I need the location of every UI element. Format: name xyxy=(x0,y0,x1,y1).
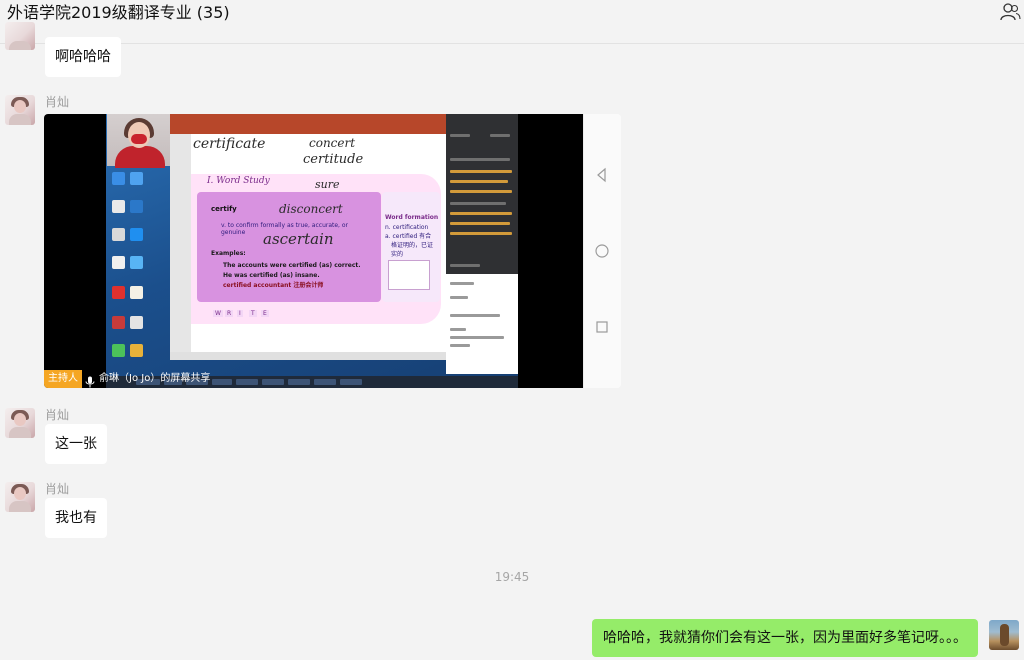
powerpoint-window: certificate concert certitude sure disco… xyxy=(170,114,446,360)
message-timestamp: 19:45 xyxy=(494,570,530,584)
examples-label: Examples: xyxy=(211,250,246,257)
group-members-icon[interactable] xyxy=(999,2,1021,22)
write-letter: T xyxy=(249,310,257,317)
sender-name: 肖灿 xyxy=(45,408,70,422)
desktop-icon xyxy=(112,256,125,269)
avatar[interactable] xyxy=(5,22,35,50)
handwriting: certitude xyxy=(303,152,364,167)
write-letter: I xyxy=(237,310,243,317)
desktop-icon xyxy=(112,286,125,299)
message-bubble: 我也有 xyxy=(45,498,107,538)
desktop-icon xyxy=(112,172,125,185)
write-letter: W xyxy=(213,310,223,317)
section-title: I. Word Study xyxy=(207,176,270,186)
word-formation-title: Word formation xyxy=(385,214,439,221)
screen-share-label: 俞琳（Jo Jo）的屏幕共享 xyxy=(99,373,211,384)
self-avatar[interactable] xyxy=(989,620,1019,650)
message-text: 哈哈哈，我就猜你们会有这一张，因为里面好多笔记呀。。。 xyxy=(603,630,967,646)
example-line: He was certified (as) insane. xyxy=(223,272,320,279)
group-title: 外语学院2019级翻译专业 (35) xyxy=(7,3,230,22)
ppt-slide: certificate concert certitude sure disco… xyxy=(191,134,446,352)
ppt-slide-thumbnails xyxy=(170,134,191,360)
home-circle-icon[interactable] xyxy=(594,243,610,259)
write-letter: E xyxy=(261,310,269,317)
meeting-chat-messages xyxy=(446,274,518,374)
recent-square-icon[interactable] xyxy=(594,319,610,335)
message-text: 啊哈哈哈 xyxy=(55,49,111,65)
screen-share-bar: 主持人 俞琳（Jo Jo）的屏幕共享 xyxy=(44,370,583,388)
word-formation-line: n. certification xyxy=(385,224,429,231)
word-formation-line: a. certified 有合 xyxy=(385,233,432,240)
outgoing-message-bubble: 哈哈哈，我就猜你们会有这一张，因为里面好多笔记呀。。。 xyxy=(592,619,978,657)
word-formation-line: 实的 xyxy=(391,251,404,258)
handwriting: disconcert xyxy=(279,202,343,216)
ppt-ribbon xyxy=(170,114,446,134)
word-formation-line: 格证明的，已证 xyxy=(391,242,434,249)
desktop-icon xyxy=(130,316,143,329)
handwriting: certificate xyxy=(193,136,266,152)
desktop-icon xyxy=(112,344,125,357)
desktop-icon xyxy=(130,172,143,185)
presenter-webcam xyxy=(107,114,173,168)
sender-name: 肖灿 xyxy=(45,95,70,109)
message-text: 我也有 xyxy=(55,510,97,526)
desktop-icon xyxy=(130,228,143,241)
message-text: 这一张 xyxy=(55,436,97,452)
host-tag: 主持人 xyxy=(44,370,82,388)
desktop-icon xyxy=(130,344,143,357)
avatar[interactable] xyxy=(5,482,35,512)
ppt-status-bar xyxy=(170,352,446,360)
avatar[interactable] xyxy=(5,408,35,438)
share-side-controls xyxy=(583,114,621,388)
handwriting: concert xyxy=(309,136,356,150)
back-triangle-icon[interactable] xyxy=(594,167,610,183)
definition: v. to confirm formally as true, accurate… xyxy=(221,222,349,236)
desktop-icon xyxy=(130,256,143,269)
desktop-icon xyxy=(112,228,125,241)
desktop-icon xyxy=(112,200,125,213)
message-bubble: 啊哈哈哈 xyxy=(45,37,121,77)
desktop-icon xyxy=(130,200,143,213)
example-line: certified accountant 注册会计师 xyxy=(223,282,324,289)
screen-share-video[interactable]: certificate concert certitude sure disco… xyxy=(44,114,583,388)
screen-share-card[interactable]: certificate concert certitude sure disco… xyxy=(44,114,621,388)
meeting-chat-panel xyxy=(446,114,518,274)
microphone-icon xyxy=(85,373,95,388)
desktop-icon xyxy=(112,316,125,329)
avatar[interactable] xyxy=(5,95,35,125)
study-word: certify xyxy=(211,205,237,213)
message-bubble: 这一张 xyxy=(45,424,107,464)
example-line: The accounts were certified (as) correct… xyxy=(223,262,361,269)
desktop-icon xyxy=(130,286,143,299)
sender-name: 肖灿 xyxy=(45,482,70,496)
handwriting: sure xyxy=(315,178,340,191)
write-letter: R xyxy=(225,310,234,317)
chat-header: 外语学院2019级翻译专业 (35) xyxy=(0,0,1024,44)
